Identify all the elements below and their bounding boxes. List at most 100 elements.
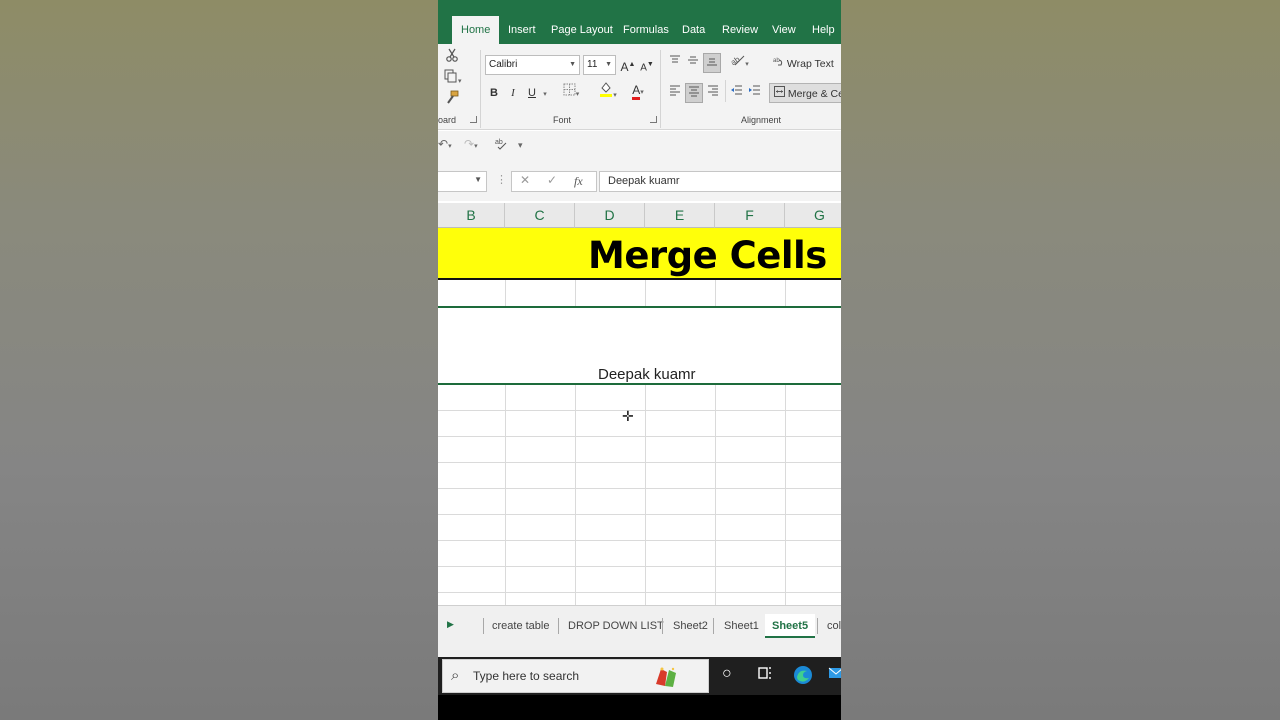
fill-color-button[interactable]: ▾ bbox=[595, 81, 621, 101]
enter-icon[interactable]: ✓ bbox=[547, 173, 557, 187]
cortana-icon[interactable]: ○ bbox=[722, 665, 732, 683]
task-view-icon[interactable] bbox=[757, 665, 773, 686]
decrease-indent-icon[interactable] bbox=[728, 83, 744, 103]
gridline bbox=[575, 228, 576, 605]
orientation-button[interactable]: ab ▾ bbox=[727, 53, 753, 73]
chevron-down-icon: ▼ bbox=[569, 61, 576, 68]
align-center-icon[interactable] bbox=[685, 83, 703, 103]
taskbar: ⌕ Type here to search ○ bbox=[438, 657, 841, 695]
column-header-c[interactable]: C bbox=[505, 203, 575, 228]
grow-font-button[interactable]: A▲ bbox=[620, 55, 636, 75]
column-header-b[interactable]: B bbox=[438, 203, 505, 228]
sheet-tab-sheet2[interactable]: Sheet2 bbox=[673, 614, 708, 638]
customize-qat-icon[interactable]: ▾ bbox=[518, 140, 523, 151]
sheet-tab-drop-down-list[interactable]: DROP DOWN LIST bbox=[568, 614, 664, 638]
middle-align-icon[interactable] bbox=[685, 53, 701, 73]
font-group-label: Font bbox=[553, 115, 572, 125]
cell-cursor-icon: ✛ bbox=[622, 408, 634, 424]
decrease-icon: ▼ bbox=[646, 61, 654, 68]
shrink-font-label: A bbox=[640, 62, 647, 74]
gridline bbox=[438, 462, 841, 463]
tab-view[interactable]: View bbox=[772, 16, 796, 44]
tab-separator bbox=[817, 618, 818, 634]
svg-text:ab: ab bbox=[773, 58, 780, 64]
taskbar-search[interactable]: ⌕ Type here to search bbox=[442, 659, 709, 693]
wrap-text-button[interactable]: ab Wrap Text bbox=[769, 54, 834, 74]
bottom-bar bbox=[438, 695, 841, 720]
tab-insert[interactable]: Insert bbox=[508, 16, 536, 44]
column-header-f[interactable]: F bbox=[715, 203, 785, 228]
gridline bbox=[438, 514, 841, 515]
borders-button[interactable]: ▾ bbox=[558, 83, 584, 103]
tab-data[interactable]: Data bbox=[682, 16, 705, 44]
font-size-combo[interactable]: 11 ▼ bbox=[583, 55, 616, 75]
bold-button[interactable]: B bbox=[487, 83, 501, 103]
wrap-text-label: Wrap Text bbox=[786, 58, 834, 70]
increase-icon: ▲ bbox=[628, 61, 636, 68]
bottom-align-icon[interactable] bbox=[703, 53, 721, 73]
column-header-g[interactable]: G bbox=[785, 203, 841, 228]
merged-cell-value: Deepak kuamr bbox=[598, 366, 696, 383]
column-header-d[interactable]: D bbox=[575, 203, 645, 228]
group-separator bbox=[725, 80, 726, 102]
group-separator bbox=[480, 50, 481, 128]
insert-function-button[interactable]: fx bbox=[574, 174, 583, 189]
gridline bbox=[785, 228, 786, 605]
top-align-icon[interactable] bbox=[667, 53, 683, 73]
cancel-icon[interactable]: ✕ bbox=[520, 173, 530, 187]
title-cell[interactable]: Merge Cells bbox=[438, 228, 841, 280]
sheet-tab-bar: ▶ create table DROP DOWN LIST Sheet2 She… bbox=[438, 605, 841, 657]
scroll-right-icon[interactable]: ▶ bbox=[447, 619, 454, 630]
copy-icon bbox=[444, 69, 457, 83]
background-left bbox=[0, 0, 438, 720]
mail-icon[interactable] bbox=[828, 665, 841, 686]
orientation-icon: ab bbox=[729, 54, 745, 67]
format-painter-icon[interactable] bbox=[444, 90, 460, 110]
tab-home[interactable]: Home bbox=[452, 16, 500, 44]
cut-icon[interactable] bbox=[444, 48, 460, 68]
align-left-icon[interactable] bbox=[667, 83, 683, 103]
screen-recording: Home Insert Page Layout Formulas Data Re… bbox=[438, 0, 841, 720]
grow-font-label: A bbox=[620, 60, 629, 74]
font-name-value: Calibri bbox=[489, 59, 518, 70]
undo-icon[interactable]: ↶▾ bbox=[438, 137, 452, 151]
column-header-e[interactable]: E bbox=[645, 203, 715, 228]
search-icon: ⌕ bbox=[451, 667, 460, 684]
tab-page-layout[interactable]: Page Layout bbox=[551, 16, 613, 44]
sheet-tab-sheet1[interactable]: Sheet1 bbox=[724, 614, 759, 638]
formula-buttons: ✕ ✓ fx bbox=[511, 171, 597, 192]
tab-help[interactable]: Help bbox=[812, 16, 835, 44]
sheet-tab-col[interactable]: col bbox=[827, 614, 841, 638]
svg-text:ab: ab bbox=[495, 139, 503, 146]
edge-browser-icon[interactable] bbox=[793, 665, 813, 690]
background-right bbox=[841, 0, 1280, 720]
merged-cell[interactable]: Deepak kuamr bbox=[438, 306, 841, 385]
formula-input[interactable]: Deepak kuamr bbox=[599, 171, 841, 192]
gridline bbox=[438, 540, 841, 541]
search-placeholder: Type here to search bbox=[473, 669, 580, 683]
underline-button[interactable]: U bbox=[525, 83, 539, 103]
chevron-down-icon: ▼ bbox=[605, 61, 612, 68]
underline-dropdown[interactable]: ▾ bbox=[540, 83, 550, 103]
increase-indent-icon[interactable] bbox=[746, 83, 762, 103]
sheet-tab-create-table[interactable]: create table bbox=[492, 614, 549, 638]
gridline bbox=[645, 228, 646, 605]
copy-button[interactable]: ▾ bbox=[444, 69, 472, 89]
merge-center-button[interactable]: Merge & Cen bbox=[769, 83, 841, 103]
group-separator bbox=[660, 50, 661, 128]
shrink-font-button[interactable]: A▼ bbox=[639, 55, 655, 75]
tab-review[interactable]: Review bbox=[722, 16, 758, 44]
italic-button[interactable]: I bbox=[506, 83, 520, 103]
font-color-button[interactable]: A▾ bbox=[625, 81, 651, 101]
spelling-icon[interactable]: ab bbox=[495, 137, 508, 153]
name-box[interactable]: ▼ bbox=[438, 171, 487, 192]
redo-icon[interactable]: ↷▾ bbox=[464, 137, 478, 151]
sheet-tab-sheet5[interactable]: Sheet5 bbox=[765, 614, 816, 638]
font-launcher-icon[interactable] bbox=[650, 116, 657, 123]
alignment-group-label: Alignment bbox=[741, 115, 782, 125]
align-right-icon[interactable] bbox=[705, 83, 721, 103]
tab-formulas[interactable]: Formulas bbox=[623, 16, 669, 44]
clipboard-launcher-icon[interactable] bbox=[470, 116, 477, 123]
ribbon-home: ▾ oard Calibri ▼ 11 ▼ A▲ A▼ B I U ▾ ▾ ▾ … bbox=[438, 44, 841, 130]
font-name-combo[interactable]: Calibri ▼ bbox=[485, 55, 580, 75]
